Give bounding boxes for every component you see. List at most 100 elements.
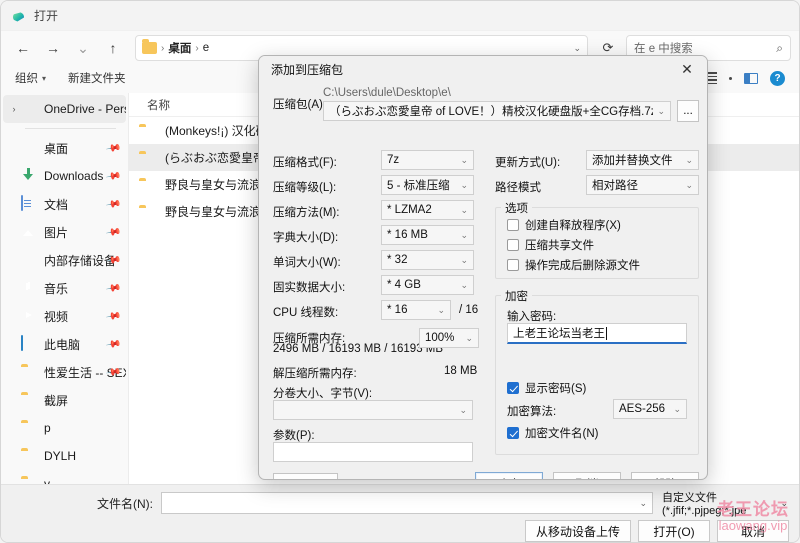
options-button[interactable]: 选项 xyxy=(273,473,338,479)
compress-memory-value: 2496 MB / 16193 MB / 16193 MB xyxy=(273,343,444,355)
compression-level-combo[interactable]: 5 - 标准压缩 ⌄ xyxy=(381,175,474,195)
memory-percent-combo[interactable]: 100% ⌄ xyxy=(419,328,479,348)
chevron-right-icon[interactable]: › xyxy=(7,104,21,114)
sidebar-item-label: Downloads xyxy=(44,169,104,183)
encrypt-filenames-checkbox[interactable]: 加密文件名(N) xyxy=(507,425,598,441)
update-mode-combo[interactable]: 添加并替换文件 ⌄ xyxy=(586,150,699,170)
dictionary-size-combo[interactable]: * 16 MB ⌄ xyxy=(381,225,474,245)
folder-icon xyxy=(142,39,157,54)
sidebar-item-pictures[interactable]: 图片 📌 xyxy=(3,218,126,246)
file-type-filter[interactable]: 自定义文件 (*.jfif;*.pjpeg;*.jpe ⌄ xyxy=(661,492,789,517)
sidebar-item-onedrive-personal[interactable]: › OneDrive - Person xyxy=(3,95,126,123)
open-button[interactable]: 打开(O) xyxy=(638,520,710,542)
chevron-down-icon[interactable]: ⌄ xyxy=(456,180,468,191)
sidebar-item-internal-storage[interactable]: 内部存储设备 📌 xyxy=(3,246,126,274)
breadcrumb-item-desktop[interactable]: 桌面 xyxy=(168,40,191,56)
pin-icon[interactable]: 📌 xyxy=(105,336,122,352)
chevron-down-icon[interactable]: ⌄ xyxy=(573,43,581,54)
help-icon[interactable]: ? xyxy=(770,70,785,86)
chevron-down-icon[interactable]: ⌄ xyxy=(456,255,468,266)
sidebar-item-music[interactable]: 音乐 📌 xyxy=(3,274,126,302)
chevron-down-icon[interactable]: ⌄ xyxy=(433,305,445,316)
compress-shared-files-checkbox[interactable]: 压缩共享文件 xyxy=(507,237,594,253)
pin-icon[interactable]: 📌 xyxy=(105,280,122,296)
search-icon: ⌕ xyxy=(776,40,783,55)
organize-button[interactable]: 组织 ▾ xyxy=(15,70,46,86)
solid-block-size-combo[interactable]: * 4 GB ⌄ xyxy=(381,275,474,295)
sidebar-item-label: 截屏 xyxy=(44,393,69,408)
upload-from-mobile-button[interactable]: 从移动设备上传 xyxy=(524,520,631,542)
chevron-down-icon[interactable]: ⌄ xyxy=(456,280,468,291)
cancel-button[interactable]: 取消 xyxy=(553,472,621,479)
chevron-down-icon[interactable]: ⌄ xyxy=(780,498,788,509)
pin-icon[interactable]: 📌 xyxy=(105,140,122,156)
breadcrumb-item-e[interactable]: e xyxy=(203,42,209,54)
checkbox-icon xyxy=(507,382,519,394)
parameters-input[interactable] xyxy=(273,442,473,462)
sidebar-item-videos[interactable]: 视频 📌 xyxy=(3,302,126,330)
chevron-down-icon[interactable]: ⌄ xyxy=(681,155,693,166)
delete-after-compress-checkbox[interactable]: 操作完成后删除源文件 xyxy=(507,257,640,273)
recent-locations-button[interactable]: ⌄ xyxy=(69,35,97,61)
chevron-down-icon[interactable]: ⌄ xyxy=(653,106,665,117)
chevron-down-icon[interactable]: ⌄ xyxy=(456,205,468,216)
sidebar-item-documents[interactable]: 文档 📌 xyxy=(3,190,126,218)
cpu-threads-label: CPU 线程数: xyxy=(273,307,339,319)
help-button[interactable]: 帮助 xyxy=(631,472,699,479)
show-password-label: 显示密码(S) xyxy=(525,383,587,395)
search-placeholder: 在 e 中搜索 xyxy=(634,43,693,55)
show-password-checkbox[interactable]: 显示密码(S) xyxy=(507,380,586,396)
pin-icon[interactable]: 📌 xyxy=(105,168,122,184)
zip-dialog-titlebar: 添加到压缩包 ✕ xyxy=(259,56,707,82)
browse-button[interactable]: ... xyxy=(677,100,699,122)
chevron-down-icon[interactable]: ⌄ xyxy=(455,405,467,416)
sidebar-item-p[interactable]: p xyxy=(3,414,126,442)
chevron-down-icon[interactable] xyxy=(729,76,732,80)
chevron-down-icon[interactable]: ⌄ xyxy=(456,155,468,166)
ok-button[interactable]: 确定 xyxy=(475,472,543,479)
sidebar-divider xyxy=(25,128,116,129)
sidebar-item-dylh[interactable]: DYLH xyxy=(3,442,126,470)
column-header-name[interactable]: 名称 xyxy=(147,97,170,113)
pin-icon[interactable]: 📌 xyxy=(105,224,122,240)
sidebar-item-label: 文档 xyxy=(44,197,69,212)
password-input[interactable]: 上老王论坛当老王 xyxy=(507,323,687,344)
encryption-algorithm-combo[interactable]: AES-256 ⌄ xyxy=(613,399,687,419)
volume-size-combo[interactable]: ⌄ xyxy=(273,400,473,420)
create-sfx-checkbox[interactable]: 创建自释放程序(X) xyxy=(507,217,621,233)
filename-input[interactable]: ⌄ xyxy=(161,492,653,514)
text-cursor xyxy=(606,326,607,340)
forward-button[interactable]: → xyxy=(39,35,67,61)
pin-icon[interactable]: 📌 xyxy=(105,308,122,324)
cancel-button[interactable]: 取消 xyxy=(717,520,789,542)
archive-name-combo[interactable]: （らぶおぶ恋愛皇帝 of LOVE！）精校汉化硬盘版+全CG存档.7z ⌄ xyxy=(323,101,671,121)
dictionary-size-label: 字典大小(D): xyxy=(273,232,339,244)
solid-block-size-label: 固实数据大小: xyxy=(273,282,346,294)
navigation-sidebar[interactable]: › OneDrive - Person 桌面 📌 Downloads 📌 xyxy=(1,93,129,484)
compression-format-combo[interactable]: 7z ⌄ xyxy=(381,150,474,170)
new-folder-button[interactable]: 新建文件夹 xyxy=(68,70,126,86)
chevron-down-icon[interactable]: ⌄ xyxy=(669,404,681,415)
chevron-down-icon[interactable]: ⌄ xyxy=(639,498,647,509)
chevron-down-icon[interactable]: ⌄ xyxy=(461,333,473,344)
up-button[interactable]: ↑ xyxy=(99,35,127,61)
path-mode-combo[interactable]: 相对路径 ⌄ xyxy=(586,175,699,195)
close-icon[interactable]: ✕ xyxy=(667,56,707,82)
update-mode-value: 添加并替换文件 xyxy=(592,155,673,167)
sidebar-item-sex-folder[interactable]: 性爱生活 -- SEX 📌 xyxy=(3,358,126,386)
cpu-threads-combo[interactable]: * 16 ⌄ xyxy=(381,300,451,320)
sidebar-item-this-pc[interactable]: 此电脑 📌 xyxy=(3,330,126,358)
chevron-down-icon[interactable]: ⌄ xyxy=(681,180,693,191)
pin-icon[interactable]: 📌 xyxy=(105,196,122,212)
documents-icon xyxy=(21,195,23,211)
back-button[interactable]: ← xyxy=(9,35,37,61)
preview-pane-icon[interactable] xyxy=(744,72,758,84)
sidebar-item-desktop[interactable]: 桌面 📌 xyxy=(3,134,126,162)
checkbox-icon xyxy=(507,259,519,271)
compression-method-combo[interactable]: * LZMA2 ⌄ xyxy=(381,200,474,220)
sidebar-item-y[interactable]: y xyxy=(3,470,126,484)
word-size-combo[interactable]: * 32 ⌄ xyxy=(381,250,474,270)
chevron-down-icon[interactable]: ⌄ xyxy=(456,230,468,241)
sidebar-item-screenshots[interactable]: 截屏 xyxy=(3,386,126,414)
sidebar-item-downloads[interactable]: Downloads 📌 xyxy=(3,162,126,190)
